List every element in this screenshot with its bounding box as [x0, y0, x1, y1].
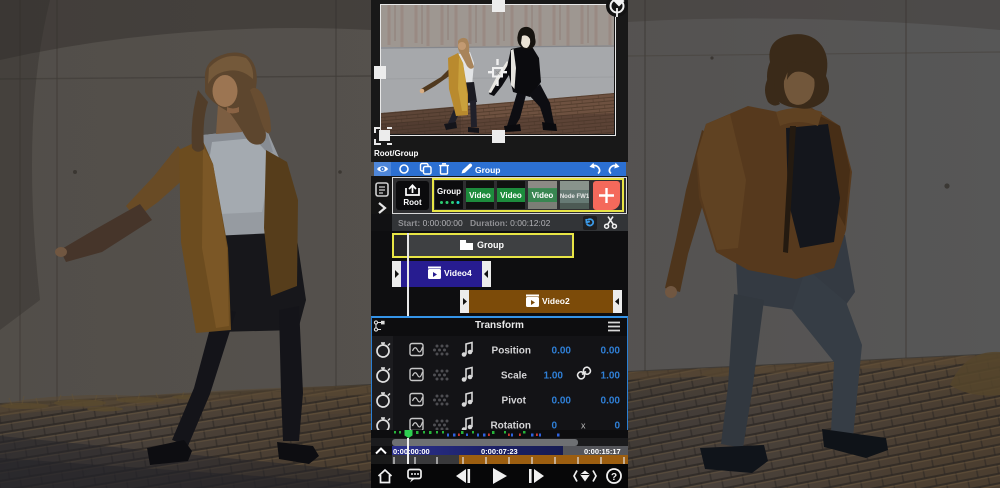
svg-text:0.00: 0.00 — [601, 346, 621, 357]
svg-text:?: ? — [611, 472, 617, 483]
svg-text:0.00: 0.00 — [552, 396, 572, 407]
svg-text:0: 0 — [614, 421, 620, 431]
svg-text:Position: Position — [492, 346, 531, 357]
svg-text:Pivot: Pivot — [502, 396, 527, 407]
svg-text:Node FW1: Node FW1 — [560, 194, 589, 200]
svg-text:1.00: 1.00 — [601, 371, 621, 382]
svg-text:0.00: 0.00 — [601, 396, 621, 407]
svg-text:1.00: 1.00 — [544, 371, 564, 382]
svg-text:0: 0 — [551, 421, 557, 431]
svg-text:Rotation: Rotation — [490, 421, 531, 431]
svg-text:0.00: 0.00 — [552, 346, 572, 357]
svg-text:Scale: Scale — [501, 371, 528, 382]
svg-text:x: x — [581, 421, 586, 431]
